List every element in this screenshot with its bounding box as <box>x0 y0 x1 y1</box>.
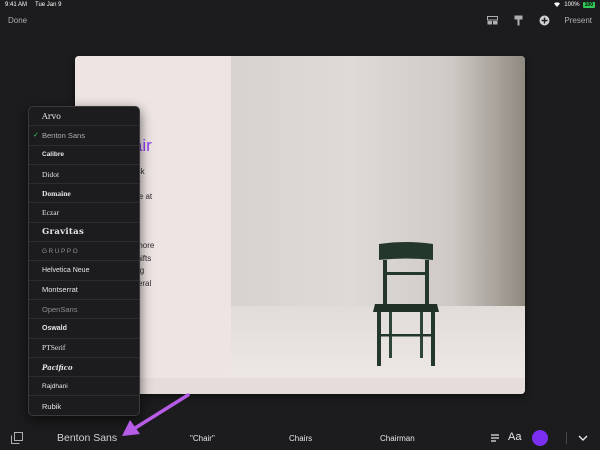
font-item-didot[interactable]: Didot <box>29 165 139 185</box>
font-item-domaine[interactable]: Domaine <box>29 184 139 204</box>
font-item-label: Eczar <box>42 208 60 218</box>
font-item-label: Didot <box>42 169 60 179</box>
font-item-eczar[interactable]: Eczar <box>29 203 139 223</box>
status-bar: 9:41 AM Tue Jan 9 100% 100 <box>0 0 600 10</box>
undock-keyboard-icon[interactable] <box>11 432 23 444</box>
font-item-label: Calibre <box>42 151 65 159</box>
font-item-benton-sans[interactable]: ✓ Benton Sans <box>29 126 139 146</box>
top-toolbar: Done Present <box>0 10 600 30</box>
checkmark-icon: ✓ <box>33 132 39 140</box>
font-item-label: Benton Sans <box>42 130 85 140</box>
font-item-ptserif[interactable]: PTSerif <box>29 339 139 358</box>
font-item-oswald[interactable]: Oswald <box>29 319 139 339</box>
done-button[interactable]: Done <box>8 16 27 25</box>
present-button[interactable]: Present <box>564 16 592 25</box>
font-item-opensans[interactable]: OpenSans <box>29 300 139 320</box>
battery-icon: 100 <box>582 2 595 8</box>
font-item-rubik[interactable]: Rubik <box>29 396 139 415</box>
font-item-label: GRUPPO <box>42 247 80 255</box>
font-item-rajdhani[interactable]: Rajdhani <box>29 377 139 397</box>
font-item-montserrat[interactable]: Montserrat <box>29 281 139 300</box>
status-time: 9:41 AM <box>5 2 28 8</box>
top-toolbar-right: Present <box>486 14 592 26</box>
font-item-pacifico[interactable]: Pacifico <box>29 358 139 378</box>
current-font-button[interactable]: Benton Sans <box>57 432 117 444</box>
font-item-arvo[interactable]: Arvo <box>29 107 139 127</box>
bottom-toolbar: Benton Sans "Chair" Chairs Chairman Aa <box>0 426 600 450</box>
suggestion-chairs[interactable]: Chairs <box>289 434 312 443</box>
add-icon[interactable] <box>538 14 550 26</box>
chair-image <box>373 242 439 366</box>
battery-percent: 100% <box>564 2 580 8</box>
font-picker-menu: Arvo ✓ Benton Sans Calibre Didot Domaine … <box>28 106 140 416</box>
text-format-button[interactable]: Aa <box>508 431 521 443</box>
font-item-label: Rubik <box>42 401 62 411</box>
font-item-label: Rajdhani <box>42 382 68 390</box>
chevron-down-icon[interactable] <box>578 433 588 443</box>
text-align-icon[interactable] <box>490 433 500 443</box>
font-item-label: Helvetica Neue <box>42 267 90 275</box>
font-item-label: Oswald <box>42 324 67 332</box>
font-item-label: Montserrat <box>42 285 78 295</box>
font-item-gravitas[interactable]: Gravitas <box>29 223 139 243</box>
text-color-swatch[interactable] <box>532 430 548 446</box>
layout-icon[interactable] <box>486 14 498 26</box>
font-item-gruppo[interactable]: GRUPPO <box>29 242 139 262</box>
font-item-label: PTSerif <box>42 343 66 353</box>
slide-footer-strip <box>75 378 525 394</box>
font-item-label: Gravitas <box>42 226 85 237</box>
font-item-label: Pacifico <box>42 362 73 372</box>
font-item-label: Domaine <box>42 188 71 198</box>
status-left: 9:41 AM Tue Jan 9 <box>5 2 61 8</box>
status-date: Tue Jan 9 <box>35 2 62 8</box>
font-item-calibre[interactable]: Calibre <box>29 146 139 165</box>
font-item-label: Arvo <box>42 111 61 121</box>
font-item-label: OpenSans <box>42 304 78 314</box>
toolbar-divider <box>566 432 567 444</box>
suggestion-chair-quoted[interactable]: "Chair" <box>190 434 215 443</box>
wifi-icon <box>553 1 561 9</box>
font-item-helvetica-neue[interactable]: Helvetica Neue <box>29 261 139 281</box>
slide-canvas[interactable]: e Chair chair, or desk type of chair ign… <box>75 56 525 394</box>
format-brush-icon[interactable] <box>512 14 524 26</box>
status-right: 100% 100 <box>553 1 595 9</box>
suggestion-chairman[interactable]: Chairman <box>380 434 415 443</box>
